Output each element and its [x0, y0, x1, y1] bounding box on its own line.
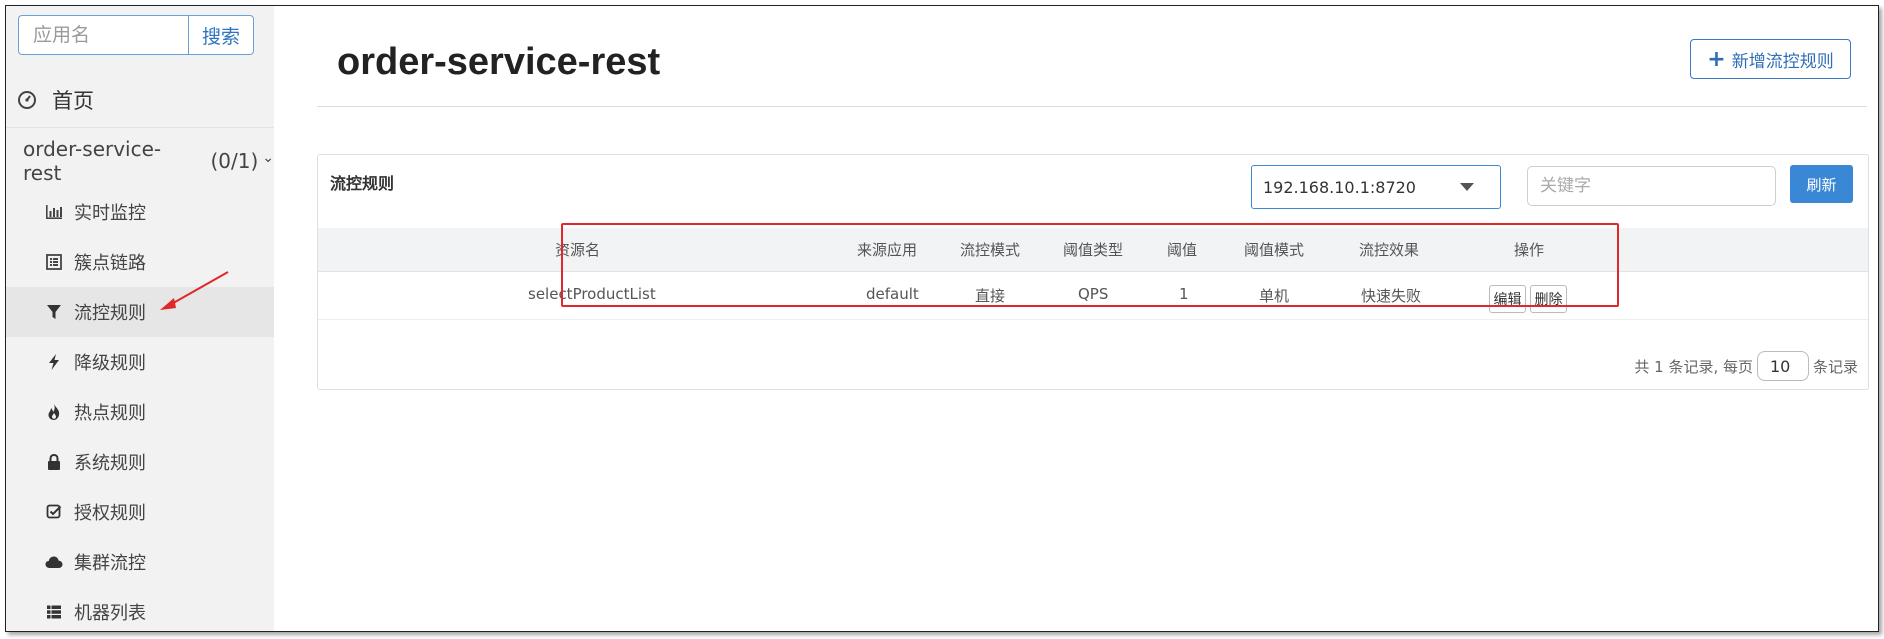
- col-header-cluster-mode: 阈值模式: [1244, 241, 1305, 259]
- filter-icon: [44, 302, 64, 322]
- sidebar-item-label: 系统规则: [74, 453, 146, 474]
- app-search: 搜索: [18, 15, 254, 55]
- sidebar-item-hotspot-rules[interactable]: 热点规则: [6, 387, 274, 437]
- sidebar-item-label: 降级规则: [74, 353, 146, 374]
- col-header-mode: 流控模式: [960, 241, 1021, 259]
- app-name: order-service-rest: [23, 137, 162, 185]
- cell-effect: 快速失败: [1361, 287, 1422, 305]
- refresh-button[interactable]: 刷新: [1790, 165, 1853, 203]
- add-flow-rule-label: 新增流控规则: [1731, 51, 1834, 72]
- delete-rule-button[interactable]: 删除: [1530, 285, 1567, 313]
- chevron-down-icon: ⌄: [262, 150, 274, 166]
- page-title: order-service-rest: [337, 41, 661, 83]
- sidebar-item-label: 集群流控: [74, 553, 146, 574]
- machine-select-value: 192.168.10.1:8720: [1263, 177, 1416, 197]
- title-divider: [317, 106, 1867, 107]
- sidebar-item-degrade-rules[interactable]: 降级规则: [6, 337, 274, 387]
- cell-count: 1: [1179, 285, 1189, 303]
- sidebar-item-machine-list[interactable]: 机器列表: [6, 587, 274, 631]
- app-menu: 实时监控 簇点链路 流控规则 降级规则 热点规则 系统规则 授权规则 集群流控 …: [6, 187, 274, 631]
- page-size-input[interactable]: 10: [1756, 351, 1809, 381]
- cell-mode: 直接: [975, 287, 1006, 305]
- table-divider: [318, 271, 1868, 272]
- col-header-origin: 来源应用: [857, 241, 918, 259]
- pagination: 共 1 条记录, 每页 10 条记录: [1368, 351, 1858, 381]
- sidebar-item-cluster-flow[interactable]: 集群流控: [6, 537, 274, 587]
- sidebar-item-label: 流控规则: [74, 303, 146, 324]
- col-header-count: 阈值: [1167, 241, 1198, 259]
- check-square-icon: [44, 502, 64, 522]
- main-content: order-service-rest + 新增流控规则 流控规则 192.168…: [274, 16, 1878, 631]
- sidebar-item-label: 热点规则: [74, 403, 146, 424]
- col-header-actions: 操作: [1514, 241, 1545, 259]
- app-machine-count: (0/1): [210, 149, 259, 173]
- pagination-summary: 共 1 条记录, 每页: [1634, 357, 1753, 376]
- cloud-icon: [44, 552, 64, 572]
- dashboard-icon: [16, 89, 38, 111]
- plus-icon: +: [1707, 46, 1726, 72]
- app-group-toggle[interactable]: order-service-rest (0/1) ⌄: [6, 136, 274, 186]
- col-header-effect: 流控效果: [1359, 241, 1420, 259]
- sidebar-item-label: 授权规则: [74, 503, 146, 524]
- search-button[interactable]: 搜索: [188, 15, 254, 55]
- machine-select[interactable]: 192.168.10.1:8720: [1251, 165, 1501, 209]
- cell-grade: QPS: [1078, 285, 1109, 303]
- sidebar-item-label: 机器列表: [74, 603, 146, 624]
- sidebar-item-label: 首页: [52, 88, 94, 113]
- table-divider: [318, 319, 1868, 320]
- th-list-icon: [44, 602, 64, 622]
- sidebar-item-authority-rules[interactable]: 授权规则: [6, 487, 274, 537]
- sidebar-item-realtime-monitor[interactable]: 实时监控: [6, 187, 274, 237]
- col-header-resource: 资源名: [555, 241, 601, 259]
- add-flow-rule-button[interactable]: + 新增流控规则: [1690, 39, 1851, 79]
- pagination-suffix: 条记录: [1812, 357, 1858, 376]
- sidebar: 搜索 首页 order-service-rest (0/1) ⌄ 实时监控: [6, 6, 274, 631]
- panel-title: 流控规则: [330, 174, 395, 193]
- app-search-input[interactable]: [18, 15, 188, 55]
- sidebar-item-system-rules[interactable]: 系统规则: [6, 437, 274, 487]
- keyword-input[interactable]: [1527, 166, 1776, 206]
- flash-icon: [44, 352, 64, 372]
- col-header-grade: 阈值类型: [1063, 241, 1124, 259]
- cell-resource: selectProductList: [528, 285, 656, 303]
- annotation-arrow-icon: [160, 271, 229, 310]
- bar-chart-icon: [44, 202, 64, 222]
- list-alt-icon: [44, 252, 64, 272]
- cell-cluster-mode: 单机: [1259, 287, 1290, 305]
- lock-icon: [44, 452, 64, 472]
- caret-down-icon: [1460, 183, 1474, 191]
- cell-origin: default: [866, 285, 919, 303]
- sidebar-item-label: 簇点链路: [74, 253, 146, 274]
- sidebar-item-home[interactable]: 首页: [6, 72, 274, 128]
- flow-rules-panel: 流控规则 192.168.10.1:8720 刷新 资源名 来源应用 流控模式 …: [317, 154, 1869, 390]
- app-window: 搜索 首页 order-service-rest (0/1) ⌄ 实时监控: [5, 5, 1879, 632]
- edit-rule-button[interactable]: 编辑: [1489, 285, 1526, 313]
- fire-icon: [44, 402, 64, 422]
- sidebar-item-label: 实时监控: [74, 203, 146, 224]
